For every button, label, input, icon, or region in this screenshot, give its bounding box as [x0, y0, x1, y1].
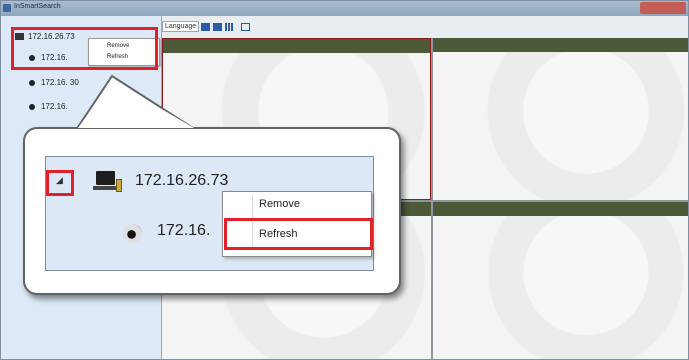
zoomed-camera-ip[interactable]: 172.16. [157, 222, 210, 240]
highlight-box [224, 218, 373, 250]
server-icon [96, 171, 115, 185]
server-tower-icon [116, 179, 122, 192]
zoomed-server-ip[interactable]: 172.16.26.73 [135, 172, 228, 190]
menu-item-remove[interactable]: Remove [259, 198, 300, 210]
server-icon-base [93, 186, 118, 190]
camera-icon [123, 224, 142, 243]
highlight-box [46, 170, 74, 196]
